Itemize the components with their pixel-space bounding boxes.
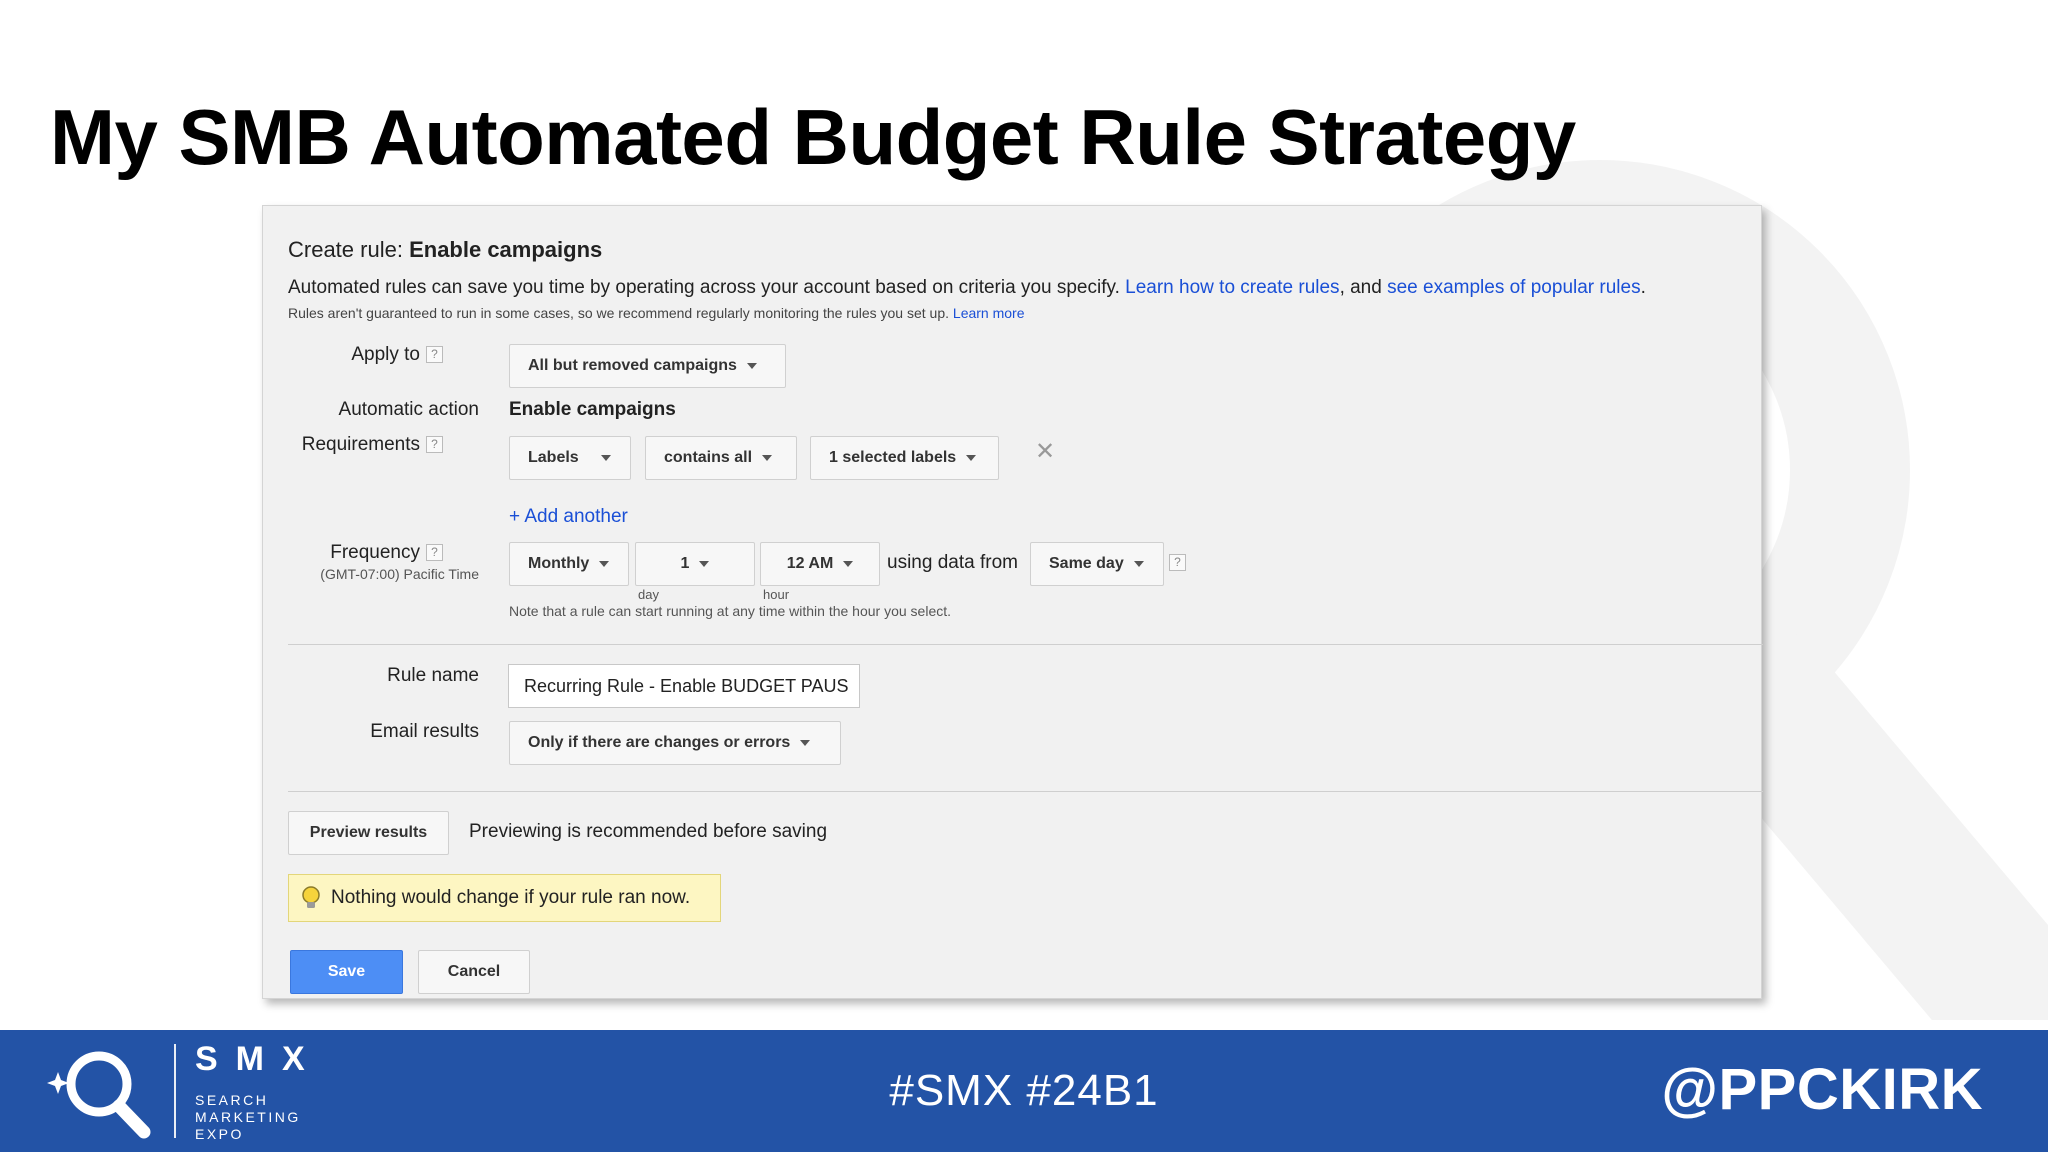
lightbulb-icon	[302, 886, 320, 908]
requirements-labels-dropdown[interactable]: 1 selected labels	[810, 436, 999, 480]
frequency-label: Frequency	[330, 542, 420, 563]
apply-to-value: All but removed campaigns	[528, 357, 737, 374]
intro-period: .	[1640, 277, 1646, 298]
requirements-labels-value: 1 selected labels	[829, 449, 957, 466]
rule-name-label: Rule name	[387, 665, 479, 686]
disclaimer-note: Rules aren't guaranteed to run in some c…	[288, 305, 1025, 321]
email-results-dropdown[interactable]: Only if there are changes or errors	[509, 721, 841, 765]
frequency-timezone: (GMT-07:00) Pacific Time	[320, 566, 479, 582]
frequency-period-dropdown[interactable]: Monthly	[509, 542, 629, 586]
slide-footer: SMX SEARCH MARKETING EXPO #SMX #24B1 @PP…	[0, 1030, 2048, 1152]
requirements-label-row: Requirements?	[302, 434, 443, 456]
speaker-handle: @PPCKIRK	[1661, 1057, 1983, 1122]
requirements-operator-dropdown[interactable]: contains all	[645, 436, 797, 480]
day-caption: day	[638, 587, 659, 602]
requirements-field-dropdown[interactable]: Labels	[509, 436, 631, 480]
apply-to-label-row: Apply to?	[351, 344, 443, 366]
section-divider	[288, 791, 1763, 792]
help-icon[interactable]: ?	[426, 346, 443, 364]
frequency-hour-dropdown[interactable]: 12 AM	[760, 542, 880, 586]
automatic-action-value: Enable campaigns	[509, 399, 676, 420]
intro-connector: , and	[1339, 277, 1382, 298]
requirements-field-value: Labels	[528, 449, 579, 466]
requirements-label: Requirements	[301, 434, 420, 455]
learn-more-link[interactable]: Learn more	[953, 305, 1025, 321]
chevron-down-icon	[843, 561, 854, 567]
create-rule-dialog: Create rule: Enable campaigns Automated …	[262, 205, 1763, 999]
cancel-button[interactable]: Cancel	[418, 950, 530, 994]
frequency-note: Note that a rule can start running at an…	[509, 603, 952, 619]
help-icon[interactable]: ?	[1169, 554, 1186, 572]
apply-to-dropdown[interactable]: All but removed campaigns	[509, 344, 786, 388]
add-another-link[interactable]: + Add another	[509, 506, 628, 528]
save-button[interactable]: Save	[290, 950, 403, 994]
using-data-from-text: using data from	[887, 552, 1018, 573]
rule-name-input[interactable]: Recurring Rule - Enable BUDGET PAUS	[508, 664, 860, 708]
help-icon[interactable]: ?	[426, 436, 443, 454]
data-range-help: ?	[1169, 554, 1186, 572]
chevron-down-icon	[1133, 561, 1144, 567]
preview-results-button[interactable]: Preview results	[288, 811, 449, 855]
dialog-title-prefix: Create rule:	[288, 237, 403, 262]
chevron-down-icon	[599, 561, 610, 567]
slide-title: My SMB Automated Budget Rule Strategy	[50, 93, 1576, 181]
chevron-down-icon	[699, 561, 710, 567]
email-results-value: Only if there are changes or errors	[528, 734, 791, 751]
disclaimer-text: Rules aren't guaranteed to run in some c…	[288, 305, 950, 321]
frequency-period-value: Monthly	[528, 555, 590, 572]
frequency-day-value: 1	[680, 555, 690, 572]
chevron-down-icon	[762, 455, 773, 461]
hour-caption: hour	[763, 587, 790, 602]
frequency-day-dropdown[interactable]: 1	[635, 542, 755, 586]
brand-subtitle-line: EXPO	[195, 1126, 244, 1142]
frequency-label-row: Frequency?	[330, 542, 443, 564]
close-icon[interactable]: ✕	[1035, 437, 1055, 466]
apply-to-label: Apply to	[351, 344, 420, 365]
dialog-title-action: Enable campaigns	[409, 237, 603, 262]
chevron-down-icon	[966, 455, 977, 461]
popular-rules-link[interactable]: see examples of popular rules	[1387, 277, 1640, 298]
chevron-down-icon	[800, 740, 811, 746]
chevron-down-icon	[600, 455, 611, 461]
email-results-label: Email results	[370, 721, 479, 742]
help-icon[interactable]: ?	[426, 544, 443, 562]
automatic-action-label: Automatic action	[338, 399, 479, 420]
preview-notice: Nothing would change if your rule ran no…	[288, 874, 721, 922]
intro-sentence: Automated rules can save you time by ope…	[288, 277, 1120, 298]
frequency-hour-value: 12 AM	[786, 555, 834, 572]
preview-hint: Previewing is recommended before saving	[469, 821, 828, 842]
intro-text: Automated rules can save you time by ope…	[288, 277, 1646, 299]
preview-notice-text: Nothing would change if your rule ran no…	[331, 887, 691, 908]
chevron-down-icon	[746, 363, 757, 369]
dialog-title: Create rule: Enable campaigns	[288, 237, 602, 263]
data-range-value: Same day	[1049, 555, 1124, 572]
data-range-dropdown[interactable]: Same day	[1030, 542, 1164, 586]
requirements-operator-value: contains all	[664, 449, 753, 466]
section-divider	[288, 644, 1763, 645]
learn-create-rules-link[interactable]: Learn how to create rules	[1125, 277, 1339, 298]
